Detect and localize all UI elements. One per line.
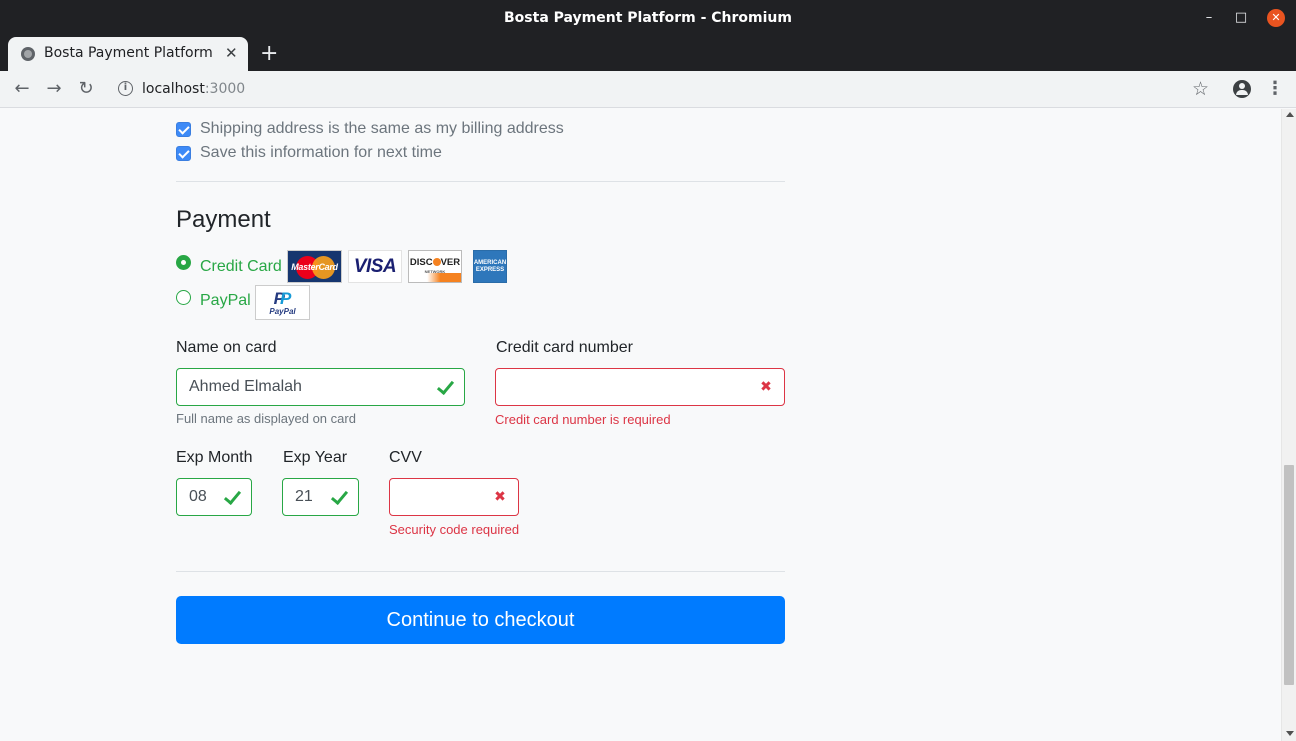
card-number-error: Credit card number is required	[495, 412, 671, 427]
amex-logo: AMERICAN EXPRESS	[473, 250, 507, 283]
card-number-input[interactable]: ✖	[495, 368, 785, 406]
scrollbar-thumb[interactable]	[1284, 465, 1294, 685]
back-arrow-icon[interactable]: ←	[12, 79, 32, 99]
amex-logo-text-b: EXPRESS	[475, 266, 505, 273]
site-info-icon[interactable]: i	[118, 81, 133, 96]
paypal-logo-p2: P	[280, 288, 292, 308]
divider	[176, 181, 785, 182]
tab-strip: Bosta Payment Platform ✕ +	[0, 37, 1296, 71]
mastercard-logo-text: MasterCard	[291, 261, 338, 272]
forward-arrow-icon[interactable]: →	[44, 79, 64, 99]
name-on-card-label: Name on card	[176, 339, 277, 356]
shipping-same-label[interactable]: Shipping address is the same as my billi…	[200, 120, 564, 138]
profile-icon[interactable]	[1233, 80, 1251, 98]
discover-logo-text-b: VER	[440, 257, 461, 268]
credit-card-radio[interactable]	[176, 255, 191, 270]
exp-month-label: Exp Month	[176, 449, 253, 466]
name-on-card-input[interactable]: Ahmed Elmalah	[176, 368, 465, 406]
continue-to-checkout-button[interactable]: Continue to checkout	[176, 596, 785, 644]
exp-year-value: 21	[295, 488, 313, 505]
paypal-radio[interactable]	[176, 290, 191, 305]
bookmark-star-icon[interactable]: ☆	[1192, 78, 1209, 100]
visa-logo: VISA	[348, 250, 402, 283]
discover-logo-text-a: DISC	[409, 257, 433, 268]
invalid-x-icon: ✖	[494, 489, 506, 505]
name-on-card-help: Full name as displayed on card	[176, 411, 356, 426]
cvv-error: Security code required	[389, 522, 520, 537]
tab-title: Bosta Payment Platform	[44, 45, 213, 61]
address-bar[interactable]: localhost:3000	[142, 81, 245, 97]
page-scrollbar[interactable]	[1281, 109, 1296, 741]
url-port: :3000	[204, 81, 246, 97]
name-on-card-value: Ahmed Elmalah	[189, 378, 302, 395]
window-titlebar: Bosta Payment Platform - Chromium – □ ✕	[0, 0, 1296, 37]
exp-month-input[interactable]: 08	[176, 478, 252, 516]
paypal-logo-word: PayPal	[269, 306, 296, 316]
shipping-same-checkbox[interactable]	[176, 122, 191, 137]
valid-check-icon	[223, 489, 241, 505]
invalid-x-icon: ✖	[760, 379, 772, 395]
amex-logo-text-a: AMERICAN	[473, 259, 507, 266]
cvv-input[interactable]: ✖	[389, 478, 519, 516]
payment-heading: Payment	[176, 206, 271, 233]
minimize-icon[interactable]: –	[1200, 9, 1218, 27]
discover-logo: DISC VER NETWORK	[408, 250, 462, 283]
paypal-logo: PP PayPal	[255, 285, 310, 320]
valid-check-icon	[436, 379, 454, 395]
credit-card-label[interactable]: Credit Card	[200, 258, 282, 276]
scroll-down-arrow-icon[interactable]	[1286, 731, 1294, 736]
save-info-checkbox[interactable]	[176, 146, 191, 161]
browser-tab[interactable]: Bosta Payment Platform ✕	[8, 37, 248, 71]
tab-close-icon[interactable]: ✕	[225, 44, 238, 62]
browser-toolbar: ← → ↻ i localhost:3000 ☆ ⋮	[0, 71, 1296, 108]
card-number-label: Credit card number	[496, 339, 633, 356]
reload-icon[interactable]: ↻	[76, 79, 96, 99]
globe-icon	[21, 47, 35, 61]
window-title: Bosta Payment Platform - Chromium	[504, 10, 792, 26]
exp-year-label: Exp Year	[283, 449, 348, 466]
save-info-label[interactable]: Save this information for next time	[200, 144, 442, 162]
page-content: Shipping address is the same as my billi…	[0, 109, 1281, 741]
url-host: localhost	[142, 81, 205, 97]
mastercard-logo: MasterCard	[287, 250, 342, 283]
new-tab-icon[interactable]: +	[260, 41, 278, 66]
close-window-icon[interactable]: ✕	[1267, 9, 1285, 27]
divider	[176, 571, 785, 572]
valid-check-icon	[330, 489, 348, 505]
scroll-up-arrow-icon[interactable]	[1286, 112, 1294, 117]
maximize-icon[interactable]: □	[1232, 9, 1250, 27]
paypal-label[interactable]: PayPal	[200, 292, 251, 310]
cvv-label: CVV	[389, 449, 422, 466]
exp-month-value: 08	[189, 488, 207, 505]
exp-year-input[interactable]: 21	[282, 478, 359, 516]
kebab-menu-icon[interactable]: ⋮	[1266, 78, 1284, 99]
